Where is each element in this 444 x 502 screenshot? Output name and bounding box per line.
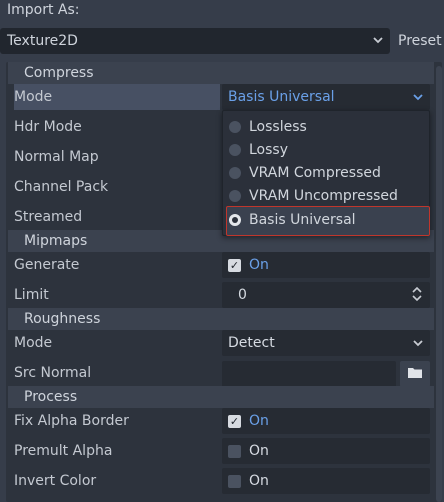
section-compress-title: Compress bbox=[24, 65, 94, 81]
mode-option-basis-universal[interactable]: Basis Universal bbox=[229, 209, 356, 231]
checkmark-icon: ✓ bbox=[228, 258, 241, 272]
generate-value: On bbox=[249, 257, 269, 273]
src-normal-path-input[interactable] bbox=[222, 361, 396, 387]
section-roughness-title: Roughness bbox=[24, 311, 101, 327]
section-mipmaps-title: Mipmaps bbox=[24, 233, 88, 249]
compress-mode-label-text: Mode bbox=[14, 89, 53, 105]
generate-checkbox[interactable]: ✓ On bbox=[222, 252, 430, 278]
panel-scrollbar[interactable] bbox=[436, 66, 442, 502]
radio-icon bbox=[229, 121, 241, 133]
premult-alpha-label: Premult Alpha bbox=[14, 443, 113, 459]
chevron-down-icon bbox=[412, 334, 424, 356]
roughness-mode-value: Detect bbox=[228, 335, 275, 351]
mode-option-label: Basis Universal bbox=[249, 212, 356, 228]
unchecked-box-icon bbox=[228, 444, 241, 458]
import-as-label: Import As: bbox=[7, 2, 80, 18]
radio-icon bbox=[229, 144, 241, 156]
section-process-title: Process bbox=[24, 389, 78, 405]
importer-select-value: Texture2D bbox=[7, 33, 78, 49]
channel-pack-label: Channel Pack bbox=[14, 179, 109, 195]
section-roughness[interactable]: Roughness bbox=[8, 308, 434, 330]
radio-icon bbox=[229, 167, 241, 179]
premult-alpha-checkbox[interactable]: On bbox=[222, 438, 430, 464]
importer-select[interactable]: Texture2D bbox=[0, 28, 390, 54]
spinner-arrows-icon[interactable] bbox=[411, 284, 423, 307]
mode-option-lossy[interactable]: Lossy bbox=[229, 139, 288, 161]
mode-option-label: Lossy bbox=[249, 142, 288, 158]
unchecked-box-icon bbox=[228, 474, 241, 488]
src-normal-label: Src Normal bbox=[14, 365, 92, 381]
fix-alpha-border-label: Fix Alpha Border bbox=[14, 413, 129, 429]
mode-option-label: Lossless bbox=[249, 119, 307, 135]
chevron-down-icon bbox=[372, 31, 384, 53]
premult-alpha-value: On bbox=[249, 443, 269, 459]
mode-option-lossless[interactable]: Lossless bbox=[229, 116, 307, 138]
section-process[interactable]: Process bbox=[8, 386, 434, 408]
preset-button[interactable]: Preset bbox=[394, 28, 444, 54]
section-compress[interactable]: Compress bbox=[8, 62, 434, 84]
roughness-mode-select[interactable]: Detect bbox=[222, 330, 430, 356]
generate-label: Generate bbox=[14, 257, 80, 273]
roughness-mode-label: Mode bbox=[14, 335, 53, 351]
mode-option-label: VRAM Compressed bbox=[249, 165, 381, 181]
normal-map-label: Normal Map bbox=[14, 149, 99, 165]
compress-mode-label: Mode bbox=[14, 84, 220, 110]
invert-color-checkbox[interactable]: On bbox=[222, 468, 430, 494]
folder-icon bbox=[407, 366, 423, 383]
compress-mode-select[interactable]: Basis Universal bbox=[222, 84, 430, 110]
streamed-label: Streamed bbox=[14, 209, 83, 225]
limit-spinbox[interactable]: 0 bbox=[222, 282, 430, 308]
mode-dropdown-popup: Lossless Lossy VRAM Compressed VRAM Unco… bbox=[222, 110, 430, 236]
checkmark-icon: ✓ bbox=[228, 414, 241, 428]
browse-folder-button[interactable] bbox=[400, 361, 430, 387]
invert-color-value: On bbox=[249, 473, 269, 489]
hdr-mode-label: Hdr Mode bbox=[14, 119, 82, 135]
limit-value: 0 bbox=[238, 287, 247, 303]
mode-option-vram-compressed[interactable]: VRAM Compressed bbox=[229, 162, 381, 184]
compress-mode-value: Basis Universal bbox=[228, 89, 335, 105]
fix-alpha-border-checkbox[interactable]: ✓ On bbox=[222, 408, 430, 434]
mode-option-vram-uncompressed[interactable]: VRAM Uncompressed bbox=[229, 185, 398, 207]
radio-selected-icon bbox=[229, 214, 241, 226]
chevron-down-icon bbox=[412, 88, 424, 110]
invert-color-label: Invert Color bbox=[14, 473, 97, 489]
limit-label: Limit bbox=[14, 287, 49, 303]
mode-option-label: VRAM Uncompressed bbox=[249, 188, 398, 204]
fix-alpha-border-value: On bbox=[249, 413, 269, 429]
radio-icon bbox=[229, 190, 241, 202]
